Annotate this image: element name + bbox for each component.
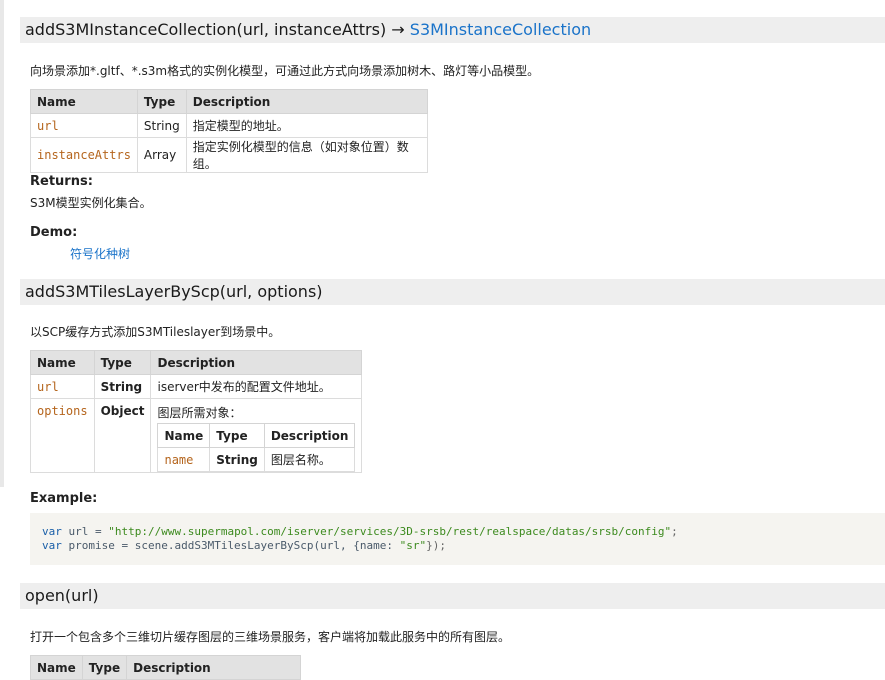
returns-label: Returns: xyxy=(30,174,93,189)
nested-col-description-header: Description xyxy=(263,423,356,448)
code-keyword: var xyxy=(42,539,62,552)
col-type-header: Type xyxy=(93,350,152,375)
col-description-header: Description xyxy=(150,350,363,375)
method-signature: addS3MTilesLayerByScp(url, options) xyxy=(25,282,323,301)
example-code-block: var url = "http://www.supermapol.com/ise… xyxy=(30,513,885,565)
code-punct: }); xyxy=(426,539,447,552)
param-desc: 指定实例化模型的信息（如对象位置）数组。 xyxy=(185,137,429,173)
col-type-header: Type xyxy=(136,89,187,114)
nested-header-row: Name Type Description xyxy=(157,423,356,448)
param-desc: iserver中发布的配置文件地址。 xyxy=(150,374,363,399)
param-desc: 指定模型的地址。 xyxy=(185,113,429,138)
code-string: "sr" xyxy=(399,539,427,552)
method-heading-open: open(url) xyxy=(20,583,885,609)
code-string: "http://www.supermapol.com/iserver/servi… xyxy=(108,525,672,538)
demo-link[interactable]: 符号化种树 xyxy=(70,245,130,262)
table-row: options Object 图层所需对象： Name Type Descrip… xyxy=(30,398,363,473)
param-name: options xyxy=(30,398,95,473)
param-type: Array xyxy=(136,137,187,173)
nested-param-type: String xyxy=(209,447,265,472)
code-punct: ; xyxy=(671,525,678,538)
params-table: Name Type Description xyxy=(30,655,301,680)
param-desc-cell: 图层所需对象： Name Type Description name Strin… xyxy=(150,398,363,473)
param-name: instanceAttrs xyxy=(30,137,138,173)
returns-text: S3M模型实例化集合。 xyxy=(30,196,152,210)
params-header-row: Name Type Description xyxy=(30,655,301,680)
table-row: url String iserver中发布的配置文件地址。 xyxy=(30,374,363,399)
method-description: 打开一个包含多个三维切片缓存图层的三维场景服务，客户端将加载此服务中的所有图层。 xyxy=(30,630,511,644)
col-type-header: Type xyxy=(81,655,128,680)
table-row: name String 图层名称。 xyxy=(157,447,356,472)
left-scroll-gutter xyxy=(0,0,4,487)
method-heading-addS3MTilesLayerByScp: addS3MTilesLayerByScp(url, options) xyxy=(20,279,885,305)
table-row: instanceAttrs Array 指定实例化模型的信息（如对象位置）数组。 xyxy=(30,137,429,173)
col-name-header: Name xyxy=(30,89,138,114)
nested-params-table: Name Type Description name String 图层名称。 xyxy=(157,423,356,472)
param-desc: 图层所需对象： xyxy=(157,406,242,420)
return-type-link[interactable]: S3MInstanceCollection xyxy=(410,20,591,39)
return-arrow: → xyxy=(391,20,405,39)
params-table: Name Type Description url String iserver… xyxy=(30,350,363,473)
param-type: String xyxy=(93,374,152,399)
table-row: url String 指定模型的地址。 xyxy=(30,113,429,138)
method-description: 向场景添加*.gltf、*.s3m格式的实例化模型，可通过此方式向场景添加树木、… xyxy=(30,64,540,78)
param-type: Object xyxy=(93,398,152,473)
nested-param-name: name xyxy=(157,447,211,472)
param-type: String xyxy=(136,113,187,138)
nested-col-name-header: Name xyxy=(157,423,211,448)
col-name-header: Name xyxy=(30,350,95,375)
params-table: Name Type Description url String 指定模型的地址… xyxy=(30,89,429,173)
demo-label: Demo: xyxy=(30,225,78,240)
method-signature: addS3MInstanceCollection(url, instanceAt… xyxy=(25,20,387,39)
example-label: Example: xyxy=(30,491,98,506)
code-text: promise = scene.addS3MTilesLayerByScp(ur… xyxy=(61,539,400,552)
param-name: url xyxy=(30,374,95,399)
col-description-header: Description xyxy=(126,655,301,680)
params-header-row: Name Type Description xyxy=(30,89,429,114)
method-description: 以SCP缓存方式添加S3MTileslayer到场景中。 xyxy=(30,325,281,339)
col-name-header: Name xyxy=(30,655,83,680)
nested-col-type-header: Type xyxy=(209,423,265,448)
code-text: url = xyxy=(61,525,109,538)
method-signature: open(url) xyxy=(25,586,99,605)
col-description-header: Description xyxy=(185,89,429,114)
params-header-row: Name Type Description xyxy=(30,350,363,375)
method-heading-addS3MInstanceCollection: addS3MInstanceCollection(url, instanceAt… xyxy=(20,17,885,43)
code-keyword: var xyxy=(42,525,62,538)
nested-param-desc: 图层名称。 xyxy=(263,447,356,472)
param-name: url xyxy=(30,113,138,138)
